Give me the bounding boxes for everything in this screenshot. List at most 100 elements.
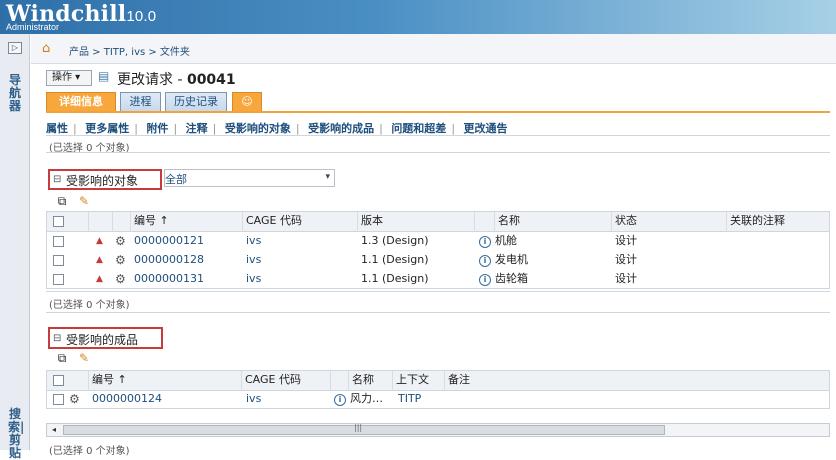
current-user: Administrator — [6, 22, 60, 32]
version: 1.1 (Design) — [361, 253, 429, 266]
status: 设计 — [615, 234, 637, 247]
scroll-thumb[interactable]: ||| — [63, 423, 665, 435]
table-row[interactable]: ▲ ⚙ 0000000131 ivs 1.1 (Design) i 齿轮箱 设计 — [47, 270, 829, 289]
name: i 齿轮箱 — [479, 270, 607, 289]
edit-icon[interactable]: ✎ — [76, 351, 92, 367]
info-icon[interactable]: i — [334, 394, 346, 406]
filter-select[interactable]: 全部 ▾ — [164, 169, 335, 187]
column-context[interactable]: 上下文 — [393, 371, 445, 391]
status: 设计 — [615, 253, 637, 266]
collapse-icon[interactable]: ⊟ — [53, 174, 61, 185]
divider — [46, 291, 830, 292]
subnav-problem-deviation[interactable]: 问题和超差 — [391, 122, 446, 135]
part-icon: ⚙ — [115, 253, 126, 267]
warning-icon: ▲ — [96, 255, 103, 265]
subnav-affected-objects[interactable]: 受影响的对象 — [225, 122, 291, 135]
affected-objects-title: 受影响的对象 — [66, 174, 139, 188]
selection-status-objects: (已选择 0 个对象) — [49, 300, 130, 311]
scroll-left-icon[interactable]: ◂ — [47, 424, 61, 436]
tab-underline — [46, 111, 830, 113]
chevron-down-icon: ▾ — [325, 172, 330, 182]
tab-history[interactable]: 历史记录 — [165, 92, 227, 112]
table-row[interactable]: ▲ ⚙ 0000000121 ivs 1.3 (Design) i 机舱 设计 — [47, 232, 829, 251]
end-item-number-link[interactable]: 0000000124 — [92, 390, 237, 409]
column-number[interactable]: 编号 ↑ — [89, 371, 242, 391]
column-cage-code[interactable]: CAGE 代码 — [242, 371, 331, 391]
object-number-link[interactable]: 0000000121 — [134, 232, 242, 251]
name: i 风力… — [334, 390, 389, 409]
search-clipboard-label[interactable]: 搜索|剪贴 — [8, 408, 24, 460]
object-number-link[interactable]: 0000000128 — [134, 251, 242, 270]
affected-objects-table: 编号 ↑ CAGE 代码 版本 名称 状态 关联的注释 ▲ ⚙ 00000001… — [46, 211, 830, 289]
page-title: 更改请求 - 00041 — [117, 72, 236, 88]
column-remarks[interactable]: 备注 — [445, 371, 831, 391]
part-icon: ⚙ — [115, 234, 126, 248]
divider — [46, 152, 830, 153]
info-icon[interactable]: i — [479, 255, 491, 267]
left-navigation: ▷ 导航器 搜索|剪贴 — [0, 34, 30, 460]
row-checkbox[interactable] — [53, 236, 64, 247]
object-number-link[interactable]: 0000000131 — [134, 270, 242, 289]
name: i 发电机 — [479, 251, 607, 270]
cage-code: ivs — [246, 253, 262, 266]
warning-icon: ▲ — [96, 274, 103, 284]
column-name[interactable]: 名称 — [495, 212, 612, 232]
name: i 机舱 — [479, 232, 607, 251]
select-all-checkbox[interactable] — [53, 375, 64, 386]
subnav-comments[interactable]: 注释 — [186, 122, 208, 135]
row-checkbox[interactable] — [53, 274, 64, 285]
row-checkbox[interactable] — [53, 394, 64, 405]
table-header: 编号 ↑ CAGE 代码 名称 上下文 备注 — [47, 371, 829, 391]
select-all-checkbox[interactable] — [53, 216, 64, 227]
column-name[interactable]: 名称 — [349, 371, 393, 391]
tab-details[interactable]: 详细信息 — [46, 92, 116, 112]
cage-code: ivs — [246, 234, 262, 247]
cage-code: ivs — [246, 392, 262, 405]
column-version[interactable]: 版本 — [358, 212, 475, 232]
horizontal-scrollbar[interactable]: ◂ ||| — [46, 423, 830, 437]
end-item-icon: ⚙ — [69, 392, 80, 406]
subnav-more-attributes[interactable]: 更多属性 — [85, 122, 129, 135]
version: 1.1 (Design) — [361, 272, 429, 285]
subnav-attributes[interactable]: 属性 — [46, 122, 68, 135]
subnav-affected-end-items[interactable]: 受影响的成品 — [308, 122, 374, 135]
table-row[interactable]: ▲ ⚙ 0000000128 ivs 1.1 (Design) i 发电机 设计 — [47, 251, 829, 270]
table-row[interactable]: ⚙ 0000000124 ivs i 风力… TITP — [47, 390, 829, 409]
subnav-change-notice[interactable]: 更改通告 — [464, 122, 508, 135]
version: 1.3 (Design) — [361, 234, 429, 247]
divider — [46, 312, 830, 313]
column-number[interactable]: 编号 ↑ — [131, 212, 243, 232]
part-icon: ⚙ — [115, 272, 126, 286]
info-icon[interactable]: i — [479, 236, 491, 248]
warning-icon: ▲ — [96, 236, 103, 246]
table-header: 编号 ↑ CAGE 代码 版本 名称 状态 关联的注释 — [47, 212, 829, 232]
column-status[interactable]: 状态 — [612, 212, 727, 232]
top-divider — [46, 135, 830, 136]
tab-add-icon[interactable]: ☺ — [232, 92, 262, 112]
copy-icon[interactable]: ⧉ — [54, 351, 70, 367]
tab-process[interactable]: 进程 — [120, 92, 161, 112]
subnav-attachments[interactable]: 附件 — [146, 122, 168, 135]
affected-end-items-title: 受影响的成品 — [66, 333, 139, 347]
collapse-icon[interactable]: ⊟ — [53, 333, 61, 344]
context[interactable]: TITP — [398, 390, 440, 409]
column-related-comments[interactable]: 关联的注释 — [727, 212, 831, 232]
filter-value: 全部 — [165, 173, 187, 186]
cage-code: ivs — [246, 272, 262, 285]
breadcrumb[interactable]: 产品 > TITP, ivs > 文件夹 — [69, 43, 190, 58]
copy-icon[interactable]: ⧉ — [54, 194, 70, 210]
info-icon[interactable]: i — [479, 274, 491, 286]
actions-menu-button[interactable]: 操作 ▾ — [46, 70, 92, 86]
scroll-grip-icon: ||| — [354, 423, 363, 432]
edit-icon[interactable]: ✎ — [76, 194, 92, 210]
column-cage-code[interactable]: CAGE 代码 — [243, 212, 358, 232]
change-request-icon: ▤ — [98, 69, 110, 83]
breadcrumb-bar: ⌂ 产品 > TITP, ivs > 文件夹 — [31, 34, 836, 64]
nav-toggle-icon[interactable]: ▷ — [8, 42, 22, 54]
affected-end-items-table: 编号 ↑ CAGE 代码 名称 上下文 备注 ⚙ 0000000124 ivs … — [46, 370, 830, 409]
status: 设计 — [615, 272, 637, 285]
home-icon[interactable]: ⌂ — [42, 41, 50, 56]
row-checkbox[interactable] — [53, 255, 64, 266]
navigator-label[interactable]: 导航器 — [8, 74, 22, 113]
detail-subnav: 属性 | 更多属性 | 附件 | 注释 | 受影响的对象 | 受影响的成品 | 问题和超差 |… — [46, 122, 508, 135]
